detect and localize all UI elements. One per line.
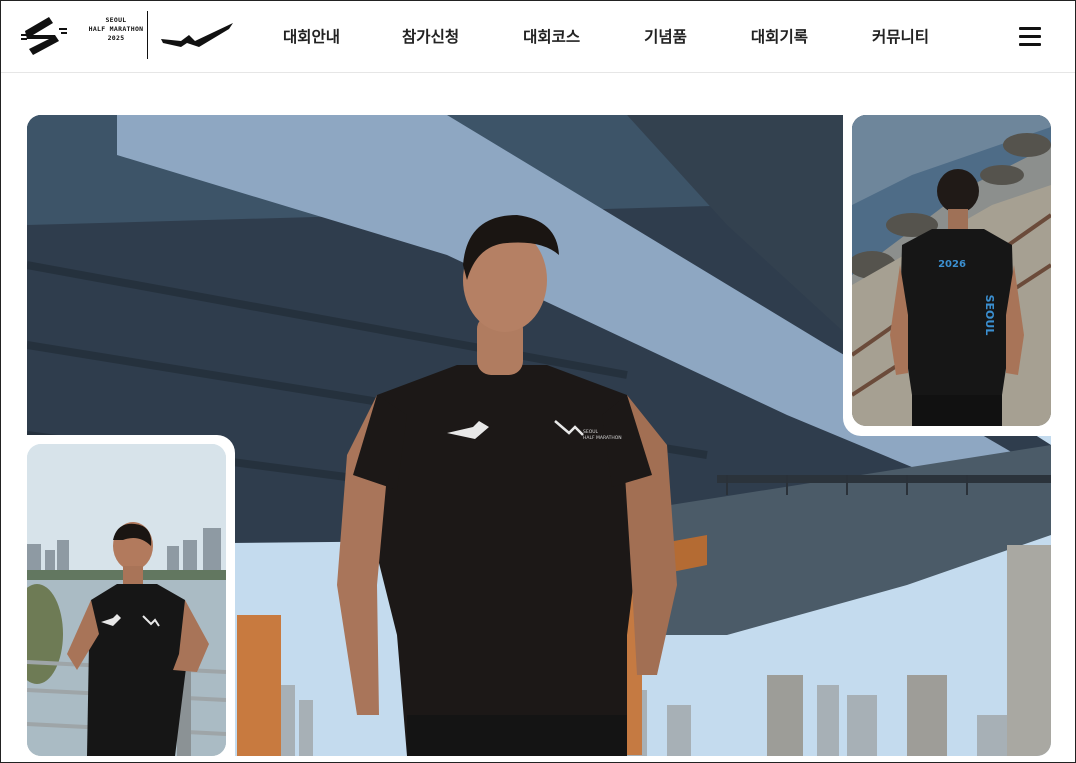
shirt-back-city: SEOUL bbox=[983, 295, 996, 336]
back-view-illustration: 2026 SEOUL bbox=[852, 115, 1051, 426]
runner-back-view-photo: 2026 SEOUL bbox=[852, 115, 1051, 426]
marathon-logo-mark-icon bbox=[21, 17, 67, 55]
nav-item-event-info[interactable]: 대회안내 bbox=[283, 23, 340, 51]
logo-line-1: SEOUL bbox=[105, 16, 127, 24]
nav-item-registration[interactable]: 참가신청 bbox=[402, 23, 459, 51]
menu-line bbox=[1019, 35, 1041, 38]
partner-brand-logo-icon bbox=[161, 23, 233, 47]
nav-item-community[interactable]: 커뮤니티 bbox=[872, 23, 929, 51]
site-logo[interactable]: SEOUL HALF MARATHON 2025 bbox=[19, 11, 239, 61]
logo-divider bbox=[147, 11, 148, 59]
svg-text:SEOUL: SEOUL bbox=[583, 429, 599, 435]
logo-text: SEOUL HALF MARATHON 2025 bbox=[81, 16, 151, 43]
nav-item-souvenirs[interactable]: 기념품 bbox=[644, 23, 687, 51]
shirt-back-year: 2026 bbox=[938, 259, 966, 270]
runner-riverside-photo bbox=[27, 444, 226, 756]
menu-line bbox=[1019, 27, 1041, 30]
menu-line bbox=[1019, 43, 1041, 46]
page-frame: SEOUL HALF MARATHON 2025 대회안내 참가신청 대회코스 … bbox=[0, 0, 1076, 763]
nav-item-course[interactable]: 대회코스 bbox=[523, 23, 580, 51]
svg-text:HALF MARATHON: HALF MARATHON bbox=[583, 435, 622, 441]
hamburger-menu-icon[interactable] bbox=[1019, 25, 1045, 49]
site-header: SEOUL HALF MARATHON 2025 대회안내 참가신청 대회코스 … bbox=[1, 1, 1075, 73]
logo-line-3: 2025 bbox=[107, 34, 125, 42]
logo-line-2: HALF MARATHON bbox=[88, 25, 144, 33]
nav-item-records[interactable]: 대회기록 bbox=[751, 23, 808, 51]
main-nav: 대회안내 참가신청 대회코스 기념품 대회기록 커뮤니티 bbox=[256, 23, 929, 51]
riverside-illustration bbox=[27, 444, 226, 756]
